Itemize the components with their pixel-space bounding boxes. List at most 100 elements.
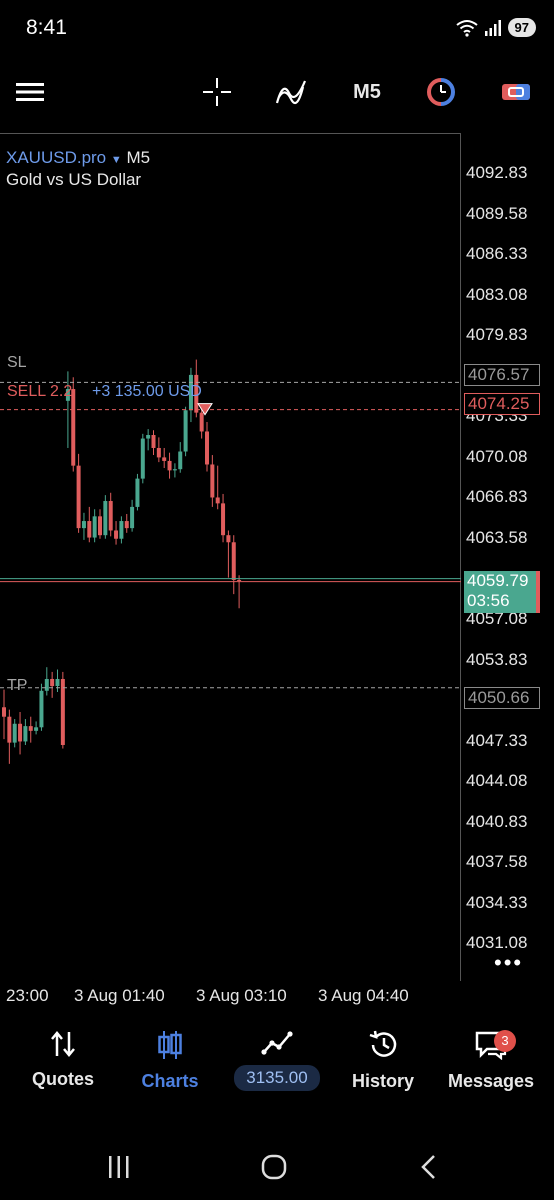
candle-body [205,431,209,465]
candle-body [55,678,60,687]
candle-countdown: 03:56 [467,591,510,610]
candle-body [215,497,220,504]
candle-body [135,478,140,507]
candles-icon [158,1031,182,1059]
crosshair-icon [203,78,231,106]
candle-body [151,435,156,448]
price-axis-label: 4047.33 [466,731,528,750]
candle-body [231,542,236,580]
hamburger-icon [16,83,44,101]
messages-badge: 3 [494,1030,516,1052]
nav-charts-label: Charts [141,1071,199,1091]
nav-quotes[interactable]: Quotes [8,1030,118,1090]
candle-body [114,530,119,539]
one-click-trading-button[interactable] [424,74,458,110]
trade-line-icon [261,1031,293,1055]
candle-body [130,506,135,529]
candle-body [199,412,204,432]
candle-body [119,521,124,539]
price-axis-label: 4079.83 [466,325,528,344]
candle-body [7,716,12,743]
menu-button[interactable] [14,74,46,110]
candle-body [178,451,183,470]
candle-body [50,678,55,687]
history-clock-icon [369,1030,397,1057]
candle-body [183,410,188,452]
candle-body [172,469,177,471]
nav-trade[interactable]: 3135.00 [222,1030,332,1091]
candle-body [39,690,44,728]
crosshair-button[interactable] [200,74,234,110]
candle-body [156,447,161,458]
nav-charts[interactable]: Charts [115,1030,225,1092]
price-axis-label: 4037.58 [466,852,528,871]
candle-body [2,707,6,717]
symbol-name: XAUUSD.pro [6,148,107,167]
time-axis-label: 3 Aug 04:40 [318,986,409,1005]
dropdown-arrow-icon: ▼ [110,154,122,166]
status-time: 8:41 [26,16,67,39]
symbol-timeframe: M5 [126,148,151,167]
sl-line-label[interactable]: SL [7,354,27,372]
current-price: 4059.79 [467,571,529,590]
more-options-button[interactable]: ••• [494,950,523,976]
price-axis-label: 4066.83 [466,487,528,506]
nav-quotes-label: Quotes [31,1069,94,1089]
candle-body [103,501,108,536]
candle-body [167,460,172,471]
position-label[interactable]: SELL 2.2 [7,383,72,401]
home-icon[interactable] [260,1154,288,1180]
position-price-tag: 4074.25 [464,393,540,415]
price-axis-label: 4063.58 [466,528,528,547]
recent-apps-icon[interactable] [106,1154,132,1180]
symbol-selector[interactable]: XAUUSD.pro ▼ M5 [6,148,150,168]
nav-messages[interactable]: Messages [436,1030,546,1092]
price-axis-label: 4044.08 [466,771,528,790]
back-icon[interactable] [418,1154,442,1180]
tp-line-label[interactable]: TP [7,677,27,695]
system-navigation [0,1150,554,1190]
candle-body [44,678,49,691]
price-axis-label: 4070.08 [466,447,528,466]
battery-indicator: 97 [507,18,536,37]
candle-body [226,535,231,543]
candle-body [87,521,92,538]
price-axis-label: 4083.08 [466,285,528,304]
candle-body [60,678,65,745]
price-axis-label: 4092.83 [466,163,528,182]
status-icons: 97 [455,18,536,37]
price-axis-label: 4053.83 [466,650,528,669]
candle-body [12,723,17,743]
symbol-description: Gold vs US Dollar [6,170,142,189]
sl-price-tag: 4076.57 [464,364,540,386]
candle-body [162,457,167,461]
trade-button[interactable] [498,74,534,110]
candle-body [98,516,102,536]
time-axis-label: 3 Aug 03:10 [196,986,287,1005]
candle-body [146,435,151,439]
time-axis-label: 3 Aug 01:40 [74,986,165,1005]
indicators-button[interactable] [274,74,308,110]
candle-body [124,521,129,529]
timeframe-button[interactable]: M5 [348,74,386,110]
candle-body [28,726,33,731]
candle-body [237,579,242,581]
candle-body [140,438,145,479]
candle-body [34,727,39,731]
price-axis-label: 4086.33 [466,244,528,263]
candle-body [92,516,97,538]
price-axis-label: 4034.33 [466,893,528,912]
time-axis-label: 23:00 [6,986,49,1005]
current-price-tag: 4059.79 03:56 [464,571,540,613]
quotes-arrows-icon [51,1031,75,1057]
candle-body [108,501,113,531]
position-profit: +3 135.00 USD [92,383,202,400]
account-balance: 3135.00 [234,1065,320,1091]
clock-trade-icon [427,78,455,106]
signal-icon [484,19,501,36]
nav-history-label: History [351,1071,414,1091]
candle-body [81,521,86,529]
price-axis-label: 4089.58 [466,204,528,223]
nav-history[interactable]: History [328,1030,438,1092]
price-axis-label: 4040.83 [466,812,528,831]
